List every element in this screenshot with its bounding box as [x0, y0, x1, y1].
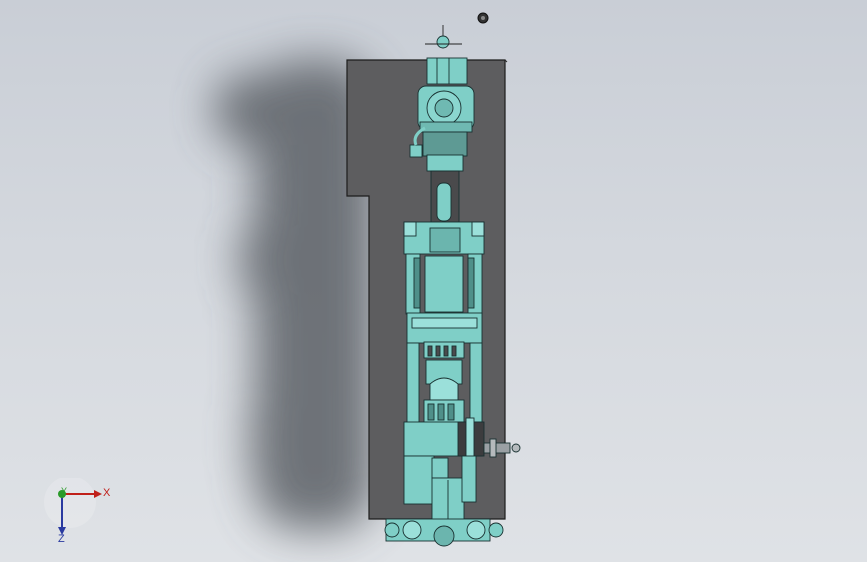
graphics-viewport[interactable]: X Y Z [0, 0, 867, 562]
model-view[interactable] [0, 0, 867, 562]
upper-cylinder[interactable] [403, 221, 485, 315]
x-axis-label: X [103, 487, 111, 499]
triad-axes [44, 476, 102, 535]
bottom-wheels[interactable] [384, 518, 504, 547]
orientation-triad[interactable]: X Y Z [40, 476, 130, 550]
z-axis-label: Z [58, 533, 65, 545]
small-part-icon [477, 12, 489, 24]
spring-stack[interactable] [423, 341, 465, 425]
y-axis-label: Y [61, 486, 68, 496]
